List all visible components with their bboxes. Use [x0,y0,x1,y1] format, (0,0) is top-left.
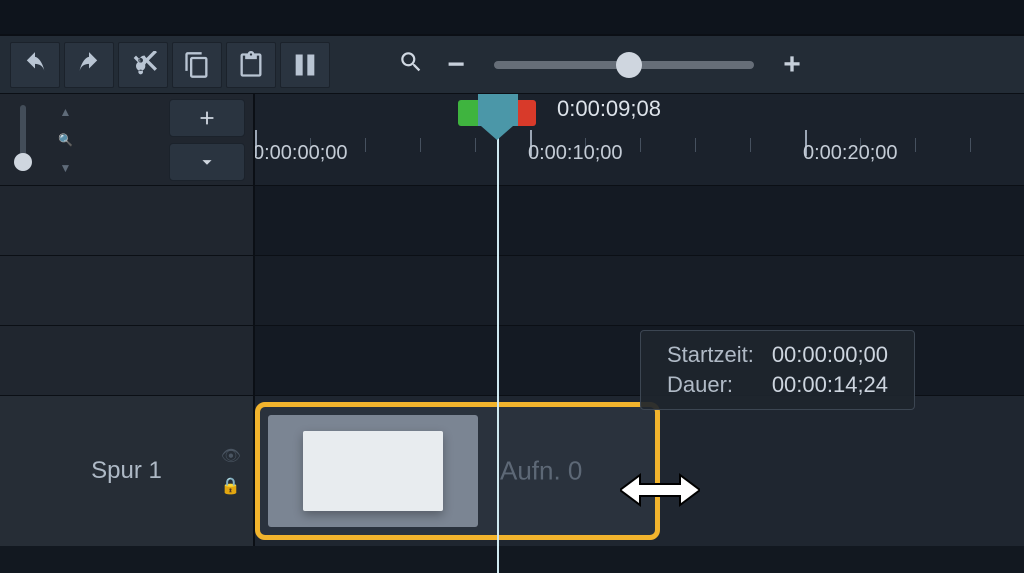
arrow-down-icon: ▼ [60,161,72,175]
ruler-tick-label: 0:00:00;00 [255,142,348,165]
track-label-col [0,186,255,255]
clip[interactable]: Aufn. 0 [255,402,660,540]
title-strip [0,0,1024,36]
lock-icon[interactable]: 🔒 [221,476,241,496]
undo-button[interactable] [10,42,60,88]
track-content[interactable] [255,186,1024,255]
resize-cursor-icon [620,470,700,515]
eye-icon[interactable]: 👁 [221,446,241,466]
zoom-out-button[interactable]: − [442,48,470,82]
ruler-row: ▲ 🔍 ▼ 0:00:09;08 0:00:00;00 [0,94,1024,186]
zoom-magnifier-icon[interactable] [398,49,424,80]
track-row [0,256,1024,326]
clip-tooltip: Startzeit: 00:00:00;00 Dauer: 00:00:14;2… [640,330,915,410]
ruler-minor-tick [750,138,751,152]
track-name-label: Spur 1 [91,457,162,485]
zoom-slider-thumb[interactable] [616,52,642,78]
mini-magnifier-icon: 🔍 [58,133,73,147]
ruler-minor-tick [915,138,916,152]
ruler[interactable]: 0:00:09;08 0:00:00;00 0:00:10;00 0:00:20;0… [255,94,1024,185]
track-row [0,186,1024,256]
tooltip-duration-value: 00:00:14;24 [764,371,896,399]
copy-icon [183,51,211,79]
marker-out-icon [518,100,536,126]
ruler-tick-label: 0:00:20;00 [803,142,898,165]
undo-icon [21,51,49,79]
track-controls: ▲ 🔍 ▼ [0,94,255,185]
ruler-minor-tick [475,138,476,152]
playhead-line[interactable] [497,124,499,573]
clip-thumbnail [268,415,478,527]
split-icon [291,51,319,79]
ruler-minor-tick [970,138,971,152]
scroll-arrows: ▲ 🔍 ▼ [58,105,73,175]
chevron-down-icon [196,151,218,173]
playhead-time-label: 0:00:09;08 [557,96,661,122]
track-content[interactable] [255,256,1024,325]
paste-button[interactable] [226,42,276,88]
ruler-minor-tick [640,138,641,152]
tooltip-start-value: 00:00:00;00 [764,341,896,369]
add-track-button[interactable] [169,99,245,137]
scissors-icon [129,51,157,79]
plus-icon [196,107,218,129]
ruler-minor-tick [695,138,696,152]
marker-in-icon [458,100,478,126]
ruler-tick-label: 0:00:10;00 [528,142,623,165]
redo-icon [75,51,103,79]
zoom-in-button[interactable]: + [778,48,806,82]
vertical-zoom-thumb[interactable] [14,153,32,171]
expand-tracks-button[interactable] [169,143,245,181]
cut-button[interactable] [118,42,168,88]
track-label-col [0,326,255,395]
ruler-minor-tick [420,138,421,152]
track-row: Spur 1 👁 🔒 Aufn. 0 [0,396,1024,546]
zoom-slider[interactable] [494,61,754,69]
arrow-up-icon: ▲ [60,105,72,119]
marker-head-icon [478,94,518,126]
vertical-zoom-slider[interactable] [20,105,26,165]
playhead-marker[interactable] [458,94,536,126]
tooltip-start-label: Startzeit: [659,341,762,369]
clip-title-label: Aufn. 0 [500,456,582,487]
copy-button[interactable] [172,42,222,88]
paste-icon [237,51,265,79]
redo-button[interactable] [64,42,114,88]
ruler-minor-tick [365,138,366,152]
track-label-col: Spur 1 👁 🔒 [0,396,255,546]
tooltip-duration-label: Dauer: [659,371,762,399]
toolbar: − + [0,36,1024,94]
split-button[interactable] [280,42,330,88]
track-label-col [0,256,255,325]
